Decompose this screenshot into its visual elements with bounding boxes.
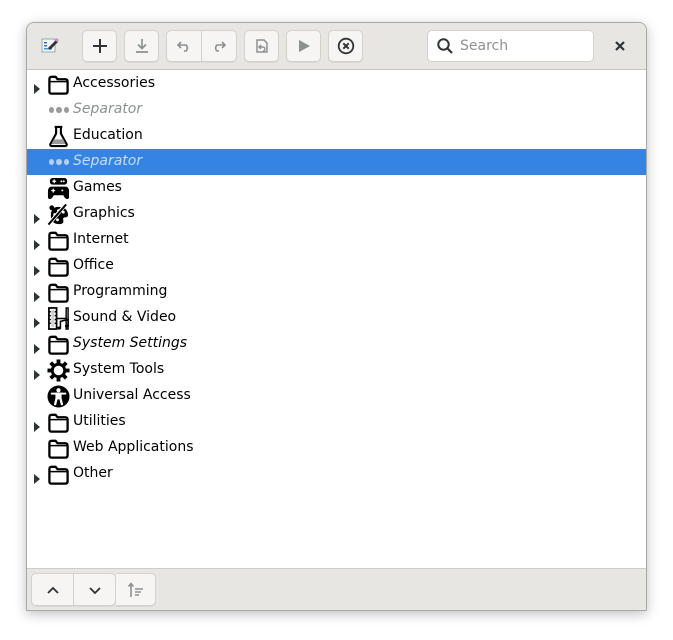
tree-row[interactable]: Utilities <box>27 409 646 435</box>
expander-arrow-icon[interactable] <box>33 417 41 432</box>
close-icon <box>615 41 625 51</box>
expander-arrow-icon[interactable] <box>33 365 41 380</box>
menu-editor-window: Accessories Separator Education Separator Ga… <box>26 22 647 611</box>
expander-arrow-icon[interactable] <box>33 469 41 484</box>
folder-icon <box>47 333 70 356</box>
tree-row[interactable]: Programming <box>27 279 646 305</box>
separator-dots-icon <box>49 107 69 113</box>
tree-row-label: Web Applications <box>73 439 194 455</box>
redo-button[interactable] <box>202 30 237 62</box>
close-button[interactable] <box>611 37 629 55</box>
expander-arrow-icon[interactable] <box>33 79 41 94</box>
tree-row-label: Games <box>73 179 122 195</box>
tree-row-label: Graphics <box>73 205 135 221</box>
folder-icon <box>47 411 70 434</box>
tree-row[interactable]: Graphics <box>27 201 646 227</box>
expander-arrow-icon[interactable] <box>33 313 41 328</box>
tree-row-separator[interactable]: Separator <box>27 97 646 123</box>
chevron-up-icon <box>46 586 59 594</box>
tree-row[interactable]: Universal Access <box>27 383 646 409</box>
palette-icon <box>46 202 70 227</box>
footer-bar <box>27 568 646 610</box>
folder-icon <box>47 437 70 460</box>
expander-arrow-icon[interactable] <box>33 209 41 224</box>
download-icon <box>135 39 148 53</box>
expander-arrow-icon[interactable] <box>33 287 41 302</box>
folder-icon <box>47 229 70 252</box>
revert-button[interactable] <box>244 30 279 62</box>
revert-icon <box>255 39 268 53</box>
tree-row-label: Sound & Video <box>73 309 177 325</box>
menu-tree[interactable]: Accessories Separator Education Separator Ga… <box>27 71 646 570</box>
expander-arrow-icon[interactable] <box>33 235 41 250</box>
tree-row-label: Utilities <box>73 413 126 429</box>
tree-row[interactable]: System Tools <box>27 357 646 383</box>
tree-row-label: Programming <box>73 283 168 299</box>
undo-icon <box>176 41 189 52</box>
tree-row-label: Accessories <box>73 75 156 91</box>
tree-row[interactable]: Sound & Video <box>27 305 646 331</box>
tree-row-label: System Settings <box>73 335 188 351</box>
move-down-button[interactable] <box>74 573 116 606</box>
tree-row-separator[interactable]: Separator <box>27 149 646 175</box>
tree-row[interactable]: Office <box>27 253 646 279</box>
play-icon <box>298 40 310 52</box>
tree-row[interactable]: Web Applications <box>27 435 646 461</box>
gamepad-icon <box>47 177 70 200</box>
tree-row-label: System Tools <box>73 361 165 377</box>
header-bar <box>27 23 646 70</box>
folder-icon <box>47 463 70 486</box>
tree-row[interactable]: Other <box>27 461 646 487</box>
flask-icon <box>47 125 70 148</box>
tree-row-label: Universal Access <box>73 387 191 403</box>
sort-button[interactable] <box>116 573 156 606</box>
tree-row-label: Internet <box>73 231 129 247</box>
tree-row-label: Education <box>73 127 143 143</box>
search-icon <box>437 38 453 54</box>
search-field[interactable] <box>427 30 594 62</box>
delete-button[interactable] <box>328 30 363 62</box>
tree-row[interactable]: Games <box>27 175 646 201</box>
tree-row-label: Separator <box>73 101 143 117</box>
move-up-button[interactable] <box>31 573 74 606</box>
expander-arrow-icon[interactable] <box>33 261 41 276</box>
gear-icon <box>47 359 70 382</box>
search-input[interactable] <box>460 38 580 54</box>
tree-row-label: Office <box>73 257 114 273</box>
delete-circle-icon <box>337 37 354 55</box>
undo-button[interactable] <box>166 30 202 62</box>
redo-icon <box>214 41 227 52</box>
separator-dots-icon <box>49 159 69 165</box>
tree-row[interactable]: System Settings <box>27 331 646 357</box>
sort-icon <box>127 581 143 597</box>
tree-row[interactable]: Education <box>27 123 646 149</box>
tree-row[interactable]: Accessories <box>27 71 646 97</box>
folder-icon <box>47 73 70 96</box>
plus-icon <box>92 39 107 53</box>
folder-icon <box>47 255 70 278</box>
run-button[interactable] <box>286 30 321 62</box>
save-button[interactable] <box>124 30 159 62</box>
menu-editor-icon <box>41 37 59 55</box>
folder-icon <box>47 281 70 304</box>
chevron-down-icon <box>88 586 101 594</box>
expander-arrow-icon[interactable] <box>33 339 41 354</box>
tree-row-label: Other <box>73 465 113 481</box>
new-item-button[interactable] <box>82 30 117 62</box>
accessibility-icon <box>47 385 70 408</box>
multimedia-icon <box>47 307 70 330</box>
tree-row-label: Separator <box>73 153 143 169</box>
tree-row[interactable]: Internet <box>27 227 646 253</box>
